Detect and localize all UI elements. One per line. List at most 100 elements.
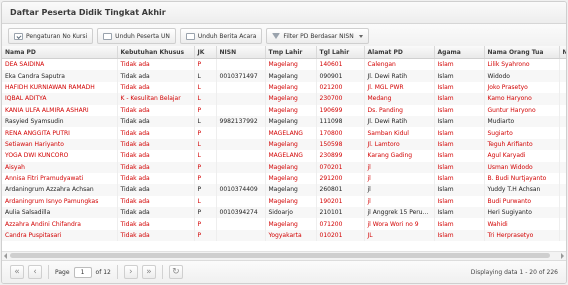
cell-kebutuhan: Tidak ada [117,70,195,82]
col-nama[interactable]: Nama PD [2,46,118,59]
prev-page-button[interactable]: ‹ [28,265,42,279]
col-kebutuhan[interactable]: Kebutuhan Khusus [117,46,195,59]
cell-tgl: 230899 [316,150,365,162]
cell-ortu: B. Budi Nurtjayanto [484,172,560,185]
cell-jk: L [194,138,217,151]
cell-tgl: 210101 [316,207,365,219]
cell-alamat: jl [364,161,435,173]
next-page-button[interactable]: › [123,265,138,279]
scroll-right-icon[interactable] [561,253,564,259]
cell-kebutuhan: Tidak ada [117,229,195,242]
cell-nisn [216,161,266,173]
cell-agama: Islam [434,184,485,196]
cell-jk: P [194,127,217,139]
cell-tgl: 090901 [316,70,365,82]
main-panel: Daftar Peserta Didik Tingkat Akhir Penga… [1,1,567,284]
cell-jk: L [194,81,217,94]
cell-np [559,93,566,105]
cell-nisn [216,127,266,139]
cell-agama: Islam [434,104,485,116]
cell-alamat: jl [364,172,435,185]
last-page-button[interactable]: » [141,265,156,279]
cell-nama: RENA ANGGITA PUTRI [2,127,118,139]
seat-settings-button[interactable]: Pengaturan No Kursi [8,28,94,44]
download-un-label: Unduh Peserta UN [115,32,170,40]
table-row[interactable]: DEA SAIDINA Tidak ada P Magelang 140601 Calen… [2,58,566,71]
download-report-label: Unduh Berita Acara [197,32,257,40]
download-un-button[interactable]: Unduh Peserta UN [97,28,176,44]
cell-np [559,104,566,116]
page-input[interactable] [73,266,92,278]
table-row[interactable]: RENA ANGGITA PUTRI Tidak ada P MAGELANG 1708… [2,127,566,139]
cell-ortu: Guntur Haryono [484,104,560,116]
refresh-button[interactable]: ↻ [168,265,183,279]
cell-tmp: Magelang [265,195,317,208]
cell-tgl: 190699 [316,104,365,116]
cell-nisn: 0010371497 [216,70,266,82]
table-row[interactable]: Eka Candra Saputra Tidak ada L 0010371497 Ma… [2,70,566,82]
cell-jk: L [194,93,217,105]
col-ortu[interactable]: Nama Orang Tua [484,46,560,59]
col-alamat[interactable]: Alamat PD [364,46,435,59]
cell-kebutuhan: Tidak ada [117,161,195,173]
cell-kebutuhan: Tidak ada [117,104,195,116]
cell-tmp: Magelang [265,70,317,82]
cell-nisn: 9982137992 [216,115,266,128]
cell-np [559,161,566,173]
pager-divider [161,265,163,279]
cell-tgl: 010201 [316,229,365,242]
cell-alamat: jl Anggrek 15 Peru... [364,207,435,219]
cell-kebutuhan: Tidak ada [117,207,195,219]
table-row[interactable]: Aulia Salsadilla Tidak ada P 0010394274 Sido… [2,207,566,219]
table-row[interactable]: Setiawan Hariyanto Tidak ada L Magelang 1505… [2,138,566,151]
cell-ortu: Lilik Syahrono [484,58,560,71]
cell-tmp: Magelang [265,172,317,185]
table-row[interactable]: Rasyied Syamsudin Tidak ada L 9982137992 Mag… [2,115,566,128]
table-row[interactable]: Ardaningrum Isnyo Pamungkas Tidak ada L Mag… [2,195,566,208]
filter-icon [272,33,281,39]
table-row[interactable]: Aisyah Tidak ada P Magelang 070201 jl Islam Usm… [2,161,566,173]
col-np[interactable]: NP [559,46,566,59]
cell-alamat: JL [364,229,435,242]
scrollbar-thumb[interactable] [10,253,550,258]
cell-np [559,115,566,128]
scroll-left-icon[interactable] [4,253,7,259]
cell-np [559,184,566,196]
table-row[interactable]: HAFIDH KURNIAWAN RAMADH Tidak ada L Magelan… [2,81,566,94]
cell-jk: P [194,104,217,116]
download-report-button[interactable]: Unduh Berita Acara [179,28,263,44]
cell-alamat: Jl. Dewi Ratih [364,70,435,82]
pager-divider [48,265,49,279]
cell-agama: Islam [434,207,485,219]
col-agama[interactable]: Agama [434,46,485,59]
chevron-down-icon [358,34,363,38]
cell-jk: L [194,70,217,82]
cell-kebutuhan: Tidak ada [117,115,195,128]
pager-divider [116,265,118,279]
pagination-bar: « ‹ Page of 12 › » ↻ Displaying data 1 -… [2,260,566,283]
filter-nisn-button[interactable]: Filter PD Berdasar NISN [266,28,369,44]
table-row[interactable]: Ardaningrum Azzahra Achsan Tidak ada P 0010… [2,184,566,196]
cell-nama: Aulia Salsadilla [2,207,118,219]
col-tmp-lahir[interactable]: Tmp Lahir [265,46,317,59]
table-row[interactable]: IQBAL ADITYA K - Kesulitan Belajar L Magela… [2,93,566,105]
col-tgl-lahir[interactable]: Tgl Lahir [316,46,365,59]
cell-tgl: 111098 [316,115,365,128]
col-nisn[interactable]: NISN [216,46,266,59]
table-row[interactable]: YOGA DWI KUNCORO Tidak ada L MAGELANG 230899… [2,150,566,162]
cell-agama: Islam [434,172,485,185]
cell-tgl: 170800 [316,127,365,139]
first-page-button[interactable]: « [10,265,24,279]
cell-ortu: Heri Sugiyanto [484,207,560,219]
cell-tgl: 190201 [316,195,365,208]
col-jk[interactable]: JK [194,46,217,59]
table-row[interactable]: Azzahra Andini Chifandra Tidak ada P Magela… [2,218,566,230]
table-row[interactable]: Candra Puspitasari Tidak ada P Yogyakarta 01… [2,229,566,242]
cell-nama: KANIA ULFA ALMIRA ASHARI [2,104,118,116]
table-row[interactable]: Annisa Fitri Pramudyawati Tidak ada P Magel… [2,172,566,185]
cell-kebutuhan: Tidak ada [117,195,195,208]
cell-np [559,229,566,242]
table-row[interactable]: KANIA ULFA ALMIRA ASHARI Tidak ada P Magela… [2,104,566,116]
cell-nama: IQBAL ADITYA [2,93,118,105]
cell-ortu: Joko Prasetyo [484,81,560,94]
